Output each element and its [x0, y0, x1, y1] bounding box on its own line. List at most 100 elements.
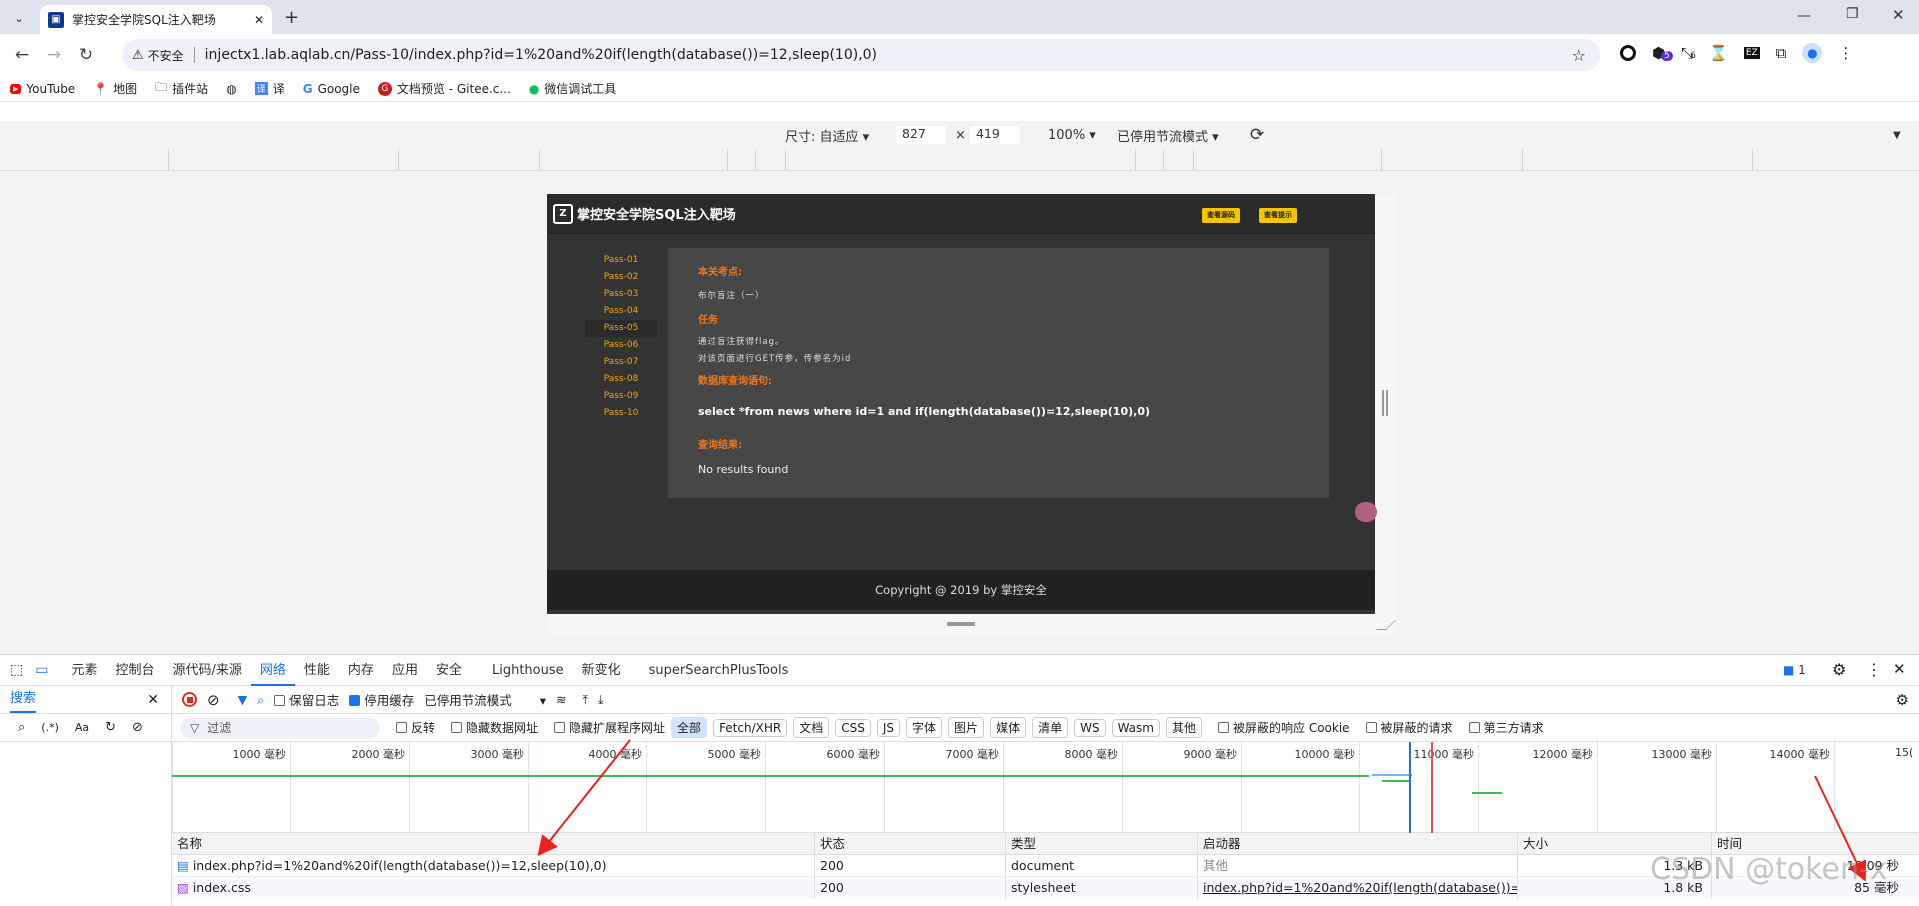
warning-icon[interactable]: ⚠ — [132, 48, 144, 63]
type-filter-all[interactable]: 全部 — [671, 717, 708, 738]
type-filter-media[interactable]: 媒体 — [990, 717, 1027, 738]
type-filter-img[interactable]: 图片 — [948, 717, 985, 738]
device-toggle-icon[interactable]: ▭ — [35, 662, 48, 678]
level-link[interactable]: Pass-07 — [585, 354, 657, 371]
tab-memory[interactable]: 内存 — [339, 655, 383, 686]
forward-icon[interactable]: → — [38, 39, 70, 71]
type-filter-xhr[interactable]: Fetch/XHR — [713, 718, 788, 737]
type-filter-css[interactable]: CSS — [835, 718, 871, 737]
filter-input[interactable]: ▽ 过滤 — [180, 716, 380, 739]
restore-icon[interactable]: ❐ — [1846, 6, 1859, 22]
type-filter-ws[interactable]: WS — [1074, 718, 1106, 737]
type-filter-js[interactable]: JS — [876, 718, 901, 737]
dimensions-select[interactable]: 尺寸: 自适应 ▾ — [785, 126, 869, 145]
bookmark-google[interactable]: G Google — [303, 82, 360, 96]
network-conditions-icon[interactable]: ≋ — [556, 692, 566, 707]
third-party-checkbox[interactable]: 第三方请求 — [1468, 719, 1544, 736]
tab-network[interactable]: 网络 — [250, 655, 295, 686]
viewport-bottom-handle[interactable] — [547, 614, 1396, 634]
match-case-icon[interactable]: Aa — [75, 721, 89, 734]
import-har-icon[interactable]: ⤒ — [583, 692, 589, 708]
tab-close-icon[interactable]: ✕ — [254, 13, 264, 27]
height-input[interactable]: 419 — [970, 126, 1020, 144]
type-filter-manifest[interactable]: 清单 — [1032, 717, 1069, 738]
record-stop-icon[interactable] — [182, 692, 197, 707]
bookmark-maps[interactable]: 📍 地图 — [93, 80, 137, 97]
bookmark-globe[interactable]: ◍ — [226, 82, 236, 96]
bookmark-translate[interactable]: 译译 — [254, 80, 285, 97]
site-logo-text[interactable]: 掌控安全学院SQL注入靶场 — [577, 204, 736, 223]
hide-data-urls-checkbox[interactable]: 隐藏数据网址 — [451, 719, 538, 736]
bookmark-plugins[interactable]: 🗀 插件站 — [155, 78, 208, 99]
tab-search-chevron-icon[interactable]: ⌄ — [8, 8, 30, 28]
tab-supersearch[interactable]: superSearchPlusTools — [640, 655, 798, 686]
address-bar[interactable]: ⚠ 不安全 injectx1.lab.aqlab.cn/Pass-10/inde… — [122, 39, 1600, 71]
col-status[interactable]: 状态 — [814, 833, 1005, 854]
tab-security[interactable]: 安全 — [427, 655, 471, 686]
type-filter-font[interactable]: 字体 — [906, 717, 943, 738]
bookmark-youtube[interactable]: ▶ YouTube — [10, 82, 75, 96]
view-source-button[interactable]: 查看源码 — [1202, 208, 1240, 223]
extensions-puzzle-icon[interactable]: ⧉ — [1776, 44, 1787, 62]
profile-avatar-icon[interactable]: ● — [1802, 43, 1823, 63]
filter-funnel-icon[interactable]: ▼ — [238, 692, 248, 707]
blocked-requests-checkbox[interactable]: 被屏蔽的请求 — [1365, 719, 1453, 736]
level-link[interactable]: Pass-04 — [585, 303, 657, 320]
tab-sources[interactable]: 源代码/来源 — [164, 655, 251, 686]
timeline-overview[interactable]: 1000 毫秒 2000 毫秒 3000 毫秒 4000 毫秒 5000 毫秒 … — [172, 742, 1919, 833]
minimize-icon[interactable]: — — [1797, 8, 1811, 24]
window-close-icon[interactable]: ✕ — [1892, 6, 1905, 24]
invert-checkbox[interactable]: 反转 — [396, 719, 435, 736]
tab-changes[interactable]: 新变化 — [573, 655, 630, 686]
level-link[interactable]: Pass-09 — [585, 388, 657, 405]
bookmark-gitee[interactable]: G 文档预览 - Gitee.c... — [377, 80, 511, 97]
extension-circle-icon[interactable] — [1620, 45, 1636, 61]
issues-badge[interactable]: ■ 1 — [1783, 663, 1806, 677]
search-icon[interactable]: ⌕ — [18, 720, 25, 735]
floating-widget-icon[interactable] — [1355, 502, 1377, 522]
reload-icon[interactable]: ↻ — [70, 39, 102, 71]
col-time[interactable]: 时间 — [1711, 833, 1919, 854]
extension-shield-icon[interactable]: ⬢ 5 — [1652, 44, 1673, 62]
hide-extension-urls-checkbox[interactable]: 隐藏扩展程序网址 — [554, 719, 665, 736]
width-input[interactable]: 827 — [896, 126, 946, 144]
throttle-dropdown[interactable]: 已停用节流模式 ▾ — [424, 690, 546, 709]
type-filter-other[interactable]: 其他 — [1165, 717, 1202, 738]
bookmark-star-icon[interactable]: ☆ — [1572, 46, 1586, 65]
zoom-select[interactable]: 100% ▾ — [1048, 128, 1096, 143]
regex-icon[interactable]: (.*) — [41, 721, 59, 734]
device-more-icon[interactable]: ▼ — [1893, 130, 1901, 141]
refresh-search-icon[interactable]: ↻ — [105, 720, 116, 735]
col-initiator[interactable]: 启动器 — [1197, 833, 1517, 854]
network-settings-icon[interactable]: ⚙ — [1896, 691, 1909, 709]
col-size[interactable]: 大小 — [1517, 833, 1711, 854]
search-panel-close-icon[interactable]: ✕ — [147, 692, 159, 708]
devtools-menu-icon[interactable]: ⋮ — [1866, 660, 1882, 679]
settings-gear-icon[interactable]: ⚙ — [1832, 660, 1846, 679]
level-link[interactable]: Pass-01 — [585, 252, 657, 269]
browser-tab[interactable]: ▣ 掌控安全学院SQL注入靶场 ✕ — [40, 5, 272, 34]
level-link[interactable]: Pass-08 — [585, 371, 657, 388]
tab-elements[interactable]: 元素 — [62, 655, 106, 686]
back-icon[interactable]: ← — [6, 39, 38, 71]
level-link[interactable]: Pass-03 — [585, 286, 657, 303]
level-link[interactable]: Pass-06 — [585, 337, 657, 354]
extension-ez-icon[interactable]: EZ — [1743, 47, 1760, 59]
tab-console[interactable]: 控制台 — [106, 655, 163, 686]
url-text[interactable]: injectx1.lab.aqlab.cn/Pass-10/index.php?… — [205, 47, 877, 63]
type-filter-doc[interactable]: 文档 — [793, 717, 830, 738]
disable-cache-checkbox[interactable]: 停用缓存 — [349, 690, 414, 709]
tab-lighthouse[interactable]: Lighthouse — [483, 655, 573, 686]
col-name[interactable]: 名称 — [172, 833, 814, 854]
search-panel-title[interactable]: 搜索 — [10, 687, 37, 713]
new-tab-icon[interactable]: + — [284, 7, 299, 28]
export-har-icon[interactable]: ⤓ — [598, 692, 604, 708]
tab-application[interactable]: 应用 — [383, 655, 427, 686]
inspect-element-icon[interactable]: ⬚ — [10, 662, 23, 678]
viewport-right-handle[interactable] — [1375, 194, 1395, 634]
devtools-close-icon[interactable]: ✕ — [1893, 660, 1906, 678]
level-link-active[interactable]: Pass-05 — [585, 320, 657, 337]
rotate-icon[interactable]: ⟳ — [1250, 125, 1264, 145]
blocked-cookies-checkbox[interactable]: 被屏蔽的响应 Cookie — [1218, 719, 1350, 736]
bookmark-wechat[interactable]: ● 微信调试工具 — [529, 80, 617, 97]
